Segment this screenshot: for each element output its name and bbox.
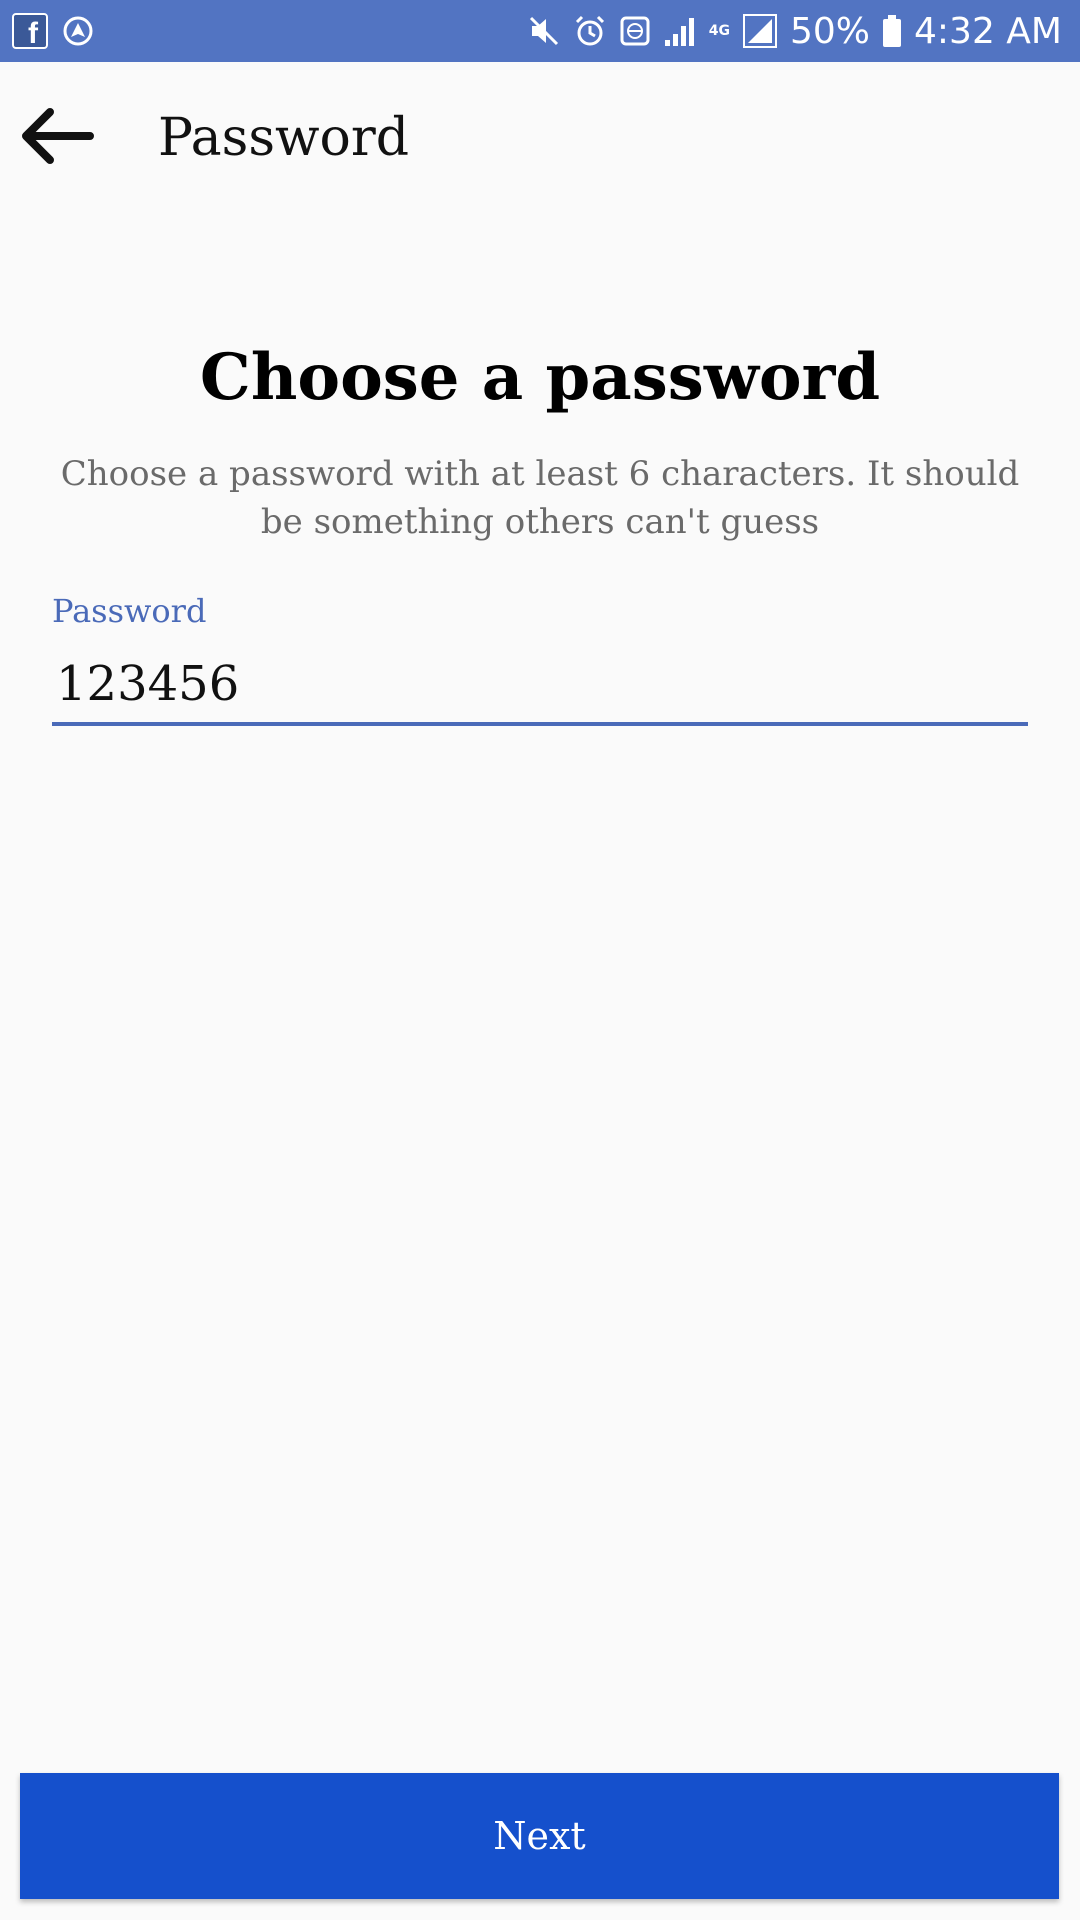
- signal-icon: [663, 14, 697, 48]
- page-title: Password: [158, 108, 409, 168]
- status-right-group: 4G 50% 4:32 AM: [527, 8, 1062, 54]
- arrow-left-icon: [18, 106, 94, 170]
- signal-2-icon: [742, 13, 778, 49]
- mute-icon: [527, 14, 561, 48]
- battery-percent: 50%: [790, 10, 871, 52]
- subtitle: Choose a password with at least 6 charac…: [60, 454, 1020, 542]
- password-field-label: Password: [52, 592, 207, 630]
- status-bar: f 4G 50% 4:32 AM: [0, 0, 1080, 62]
- app-bar: Password: [0, 62, 1080, 214]
- battery-icon: [882, 14, 902, 48]
- facebook-icon: f: [12, 13, 48, 49]
- password-field[interactable]: [52, 646, 1028, 726]
- clock: 4:32 AM: [914, 10, 1062, 52]
- password-screen: f 4G 50% 4:32 AM Password Choose a passw…: [0, 0, 1080, 1920]
- heading: Choose a password: [199, 340, 881, 415]
- back-button[interactable]: [14, 102, 98, 174]
- vpn-icon: [619, 15, 651, 47]
- next-button[interactable]: Next: [20, 1773, 1059, 1899]
- alarm-icon: [573, 14, 607, 48]
- network-type-label: 4G: [708, 23, 730, 39]
- data-arrows-icon: 4G: [709, 24, 730, 38]
- status-left-group: f: [12, 12, 94, 50]
- navigation-icon: [62, 15, 94, 47]
